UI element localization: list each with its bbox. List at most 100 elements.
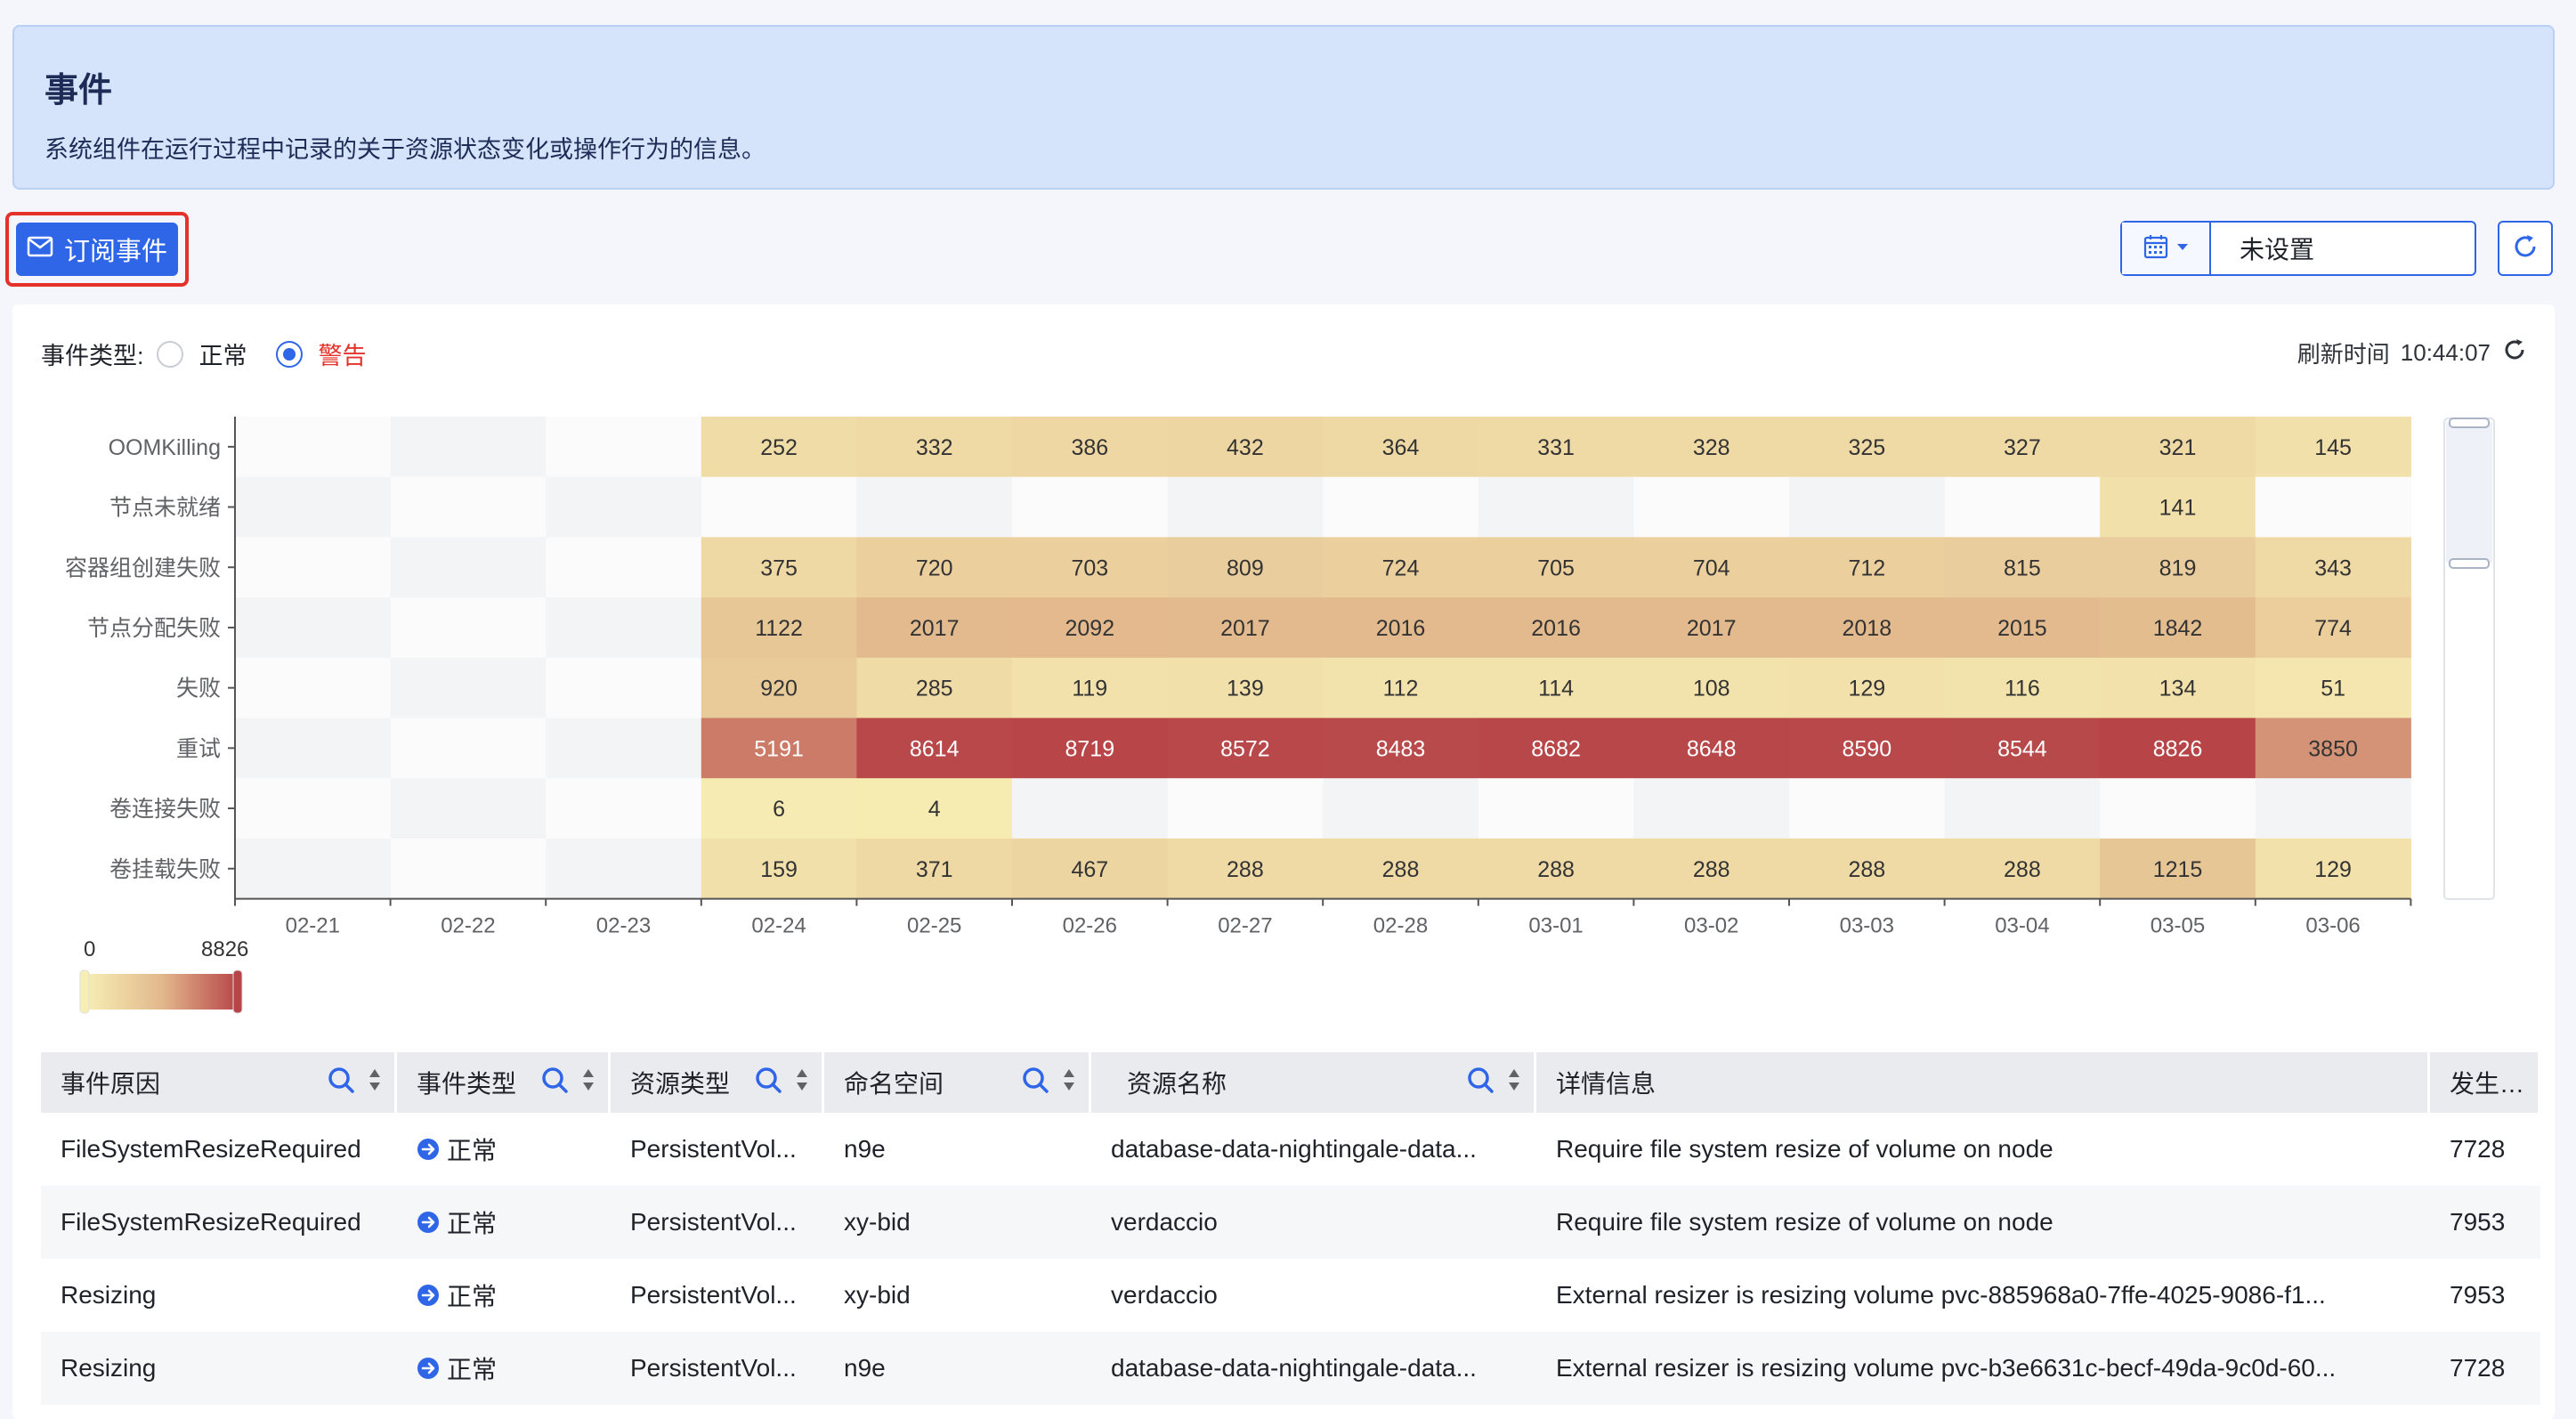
column-header[interactable]: 资源名称 xyxy=(1091,1052,1536,1113)
date-picker-trigger[interactable] xyxy=(2122,223,2211,274)
zoom-handle-top xyxy=(2449,418,2490,428)
cell-text: FileSystemResizeRequired xyxy=(61,1135,361,1163)
table-cell: database-data-nightingale-data... xyxy=(1091,1332,1536,1405)
heatmap-cell xyxy=(1633,778,1790,839)
column-tools xyxy=(540,1052,595,1113)
heatmap-cell-label: 129 xyxy=(2314,857,2352,882)
table-cell: xy-bid xyxy=(824,1186,1091,1259)
table-row[interactable]: FileSystemResizeRequired 正常 PersistentVol.… xyxy=(41,1113,2540,1186)
heatmap-cell xyxy=(1167,476,1324,538)
column-header[interactable]: 发生次数 xyxy=(2430,1052,2540,1113)
heatmap-cell-label: 116 xyxy=(2005,677,2040,701)
subscribe-events-button[interactable]: 订阅事件 xyxy=(16,223,178,276)
y-tick-label: OOMKilling xyxy=(109,435,221,460)
heatmap-cell-label: 327 xyxy=(2004,435,2041,460)
heatmap-cell-label: 134 xyxy=(2159,677,2197,701)
table-cell: 正常 xyxy=(397,1113,611,1186)
table-cell: 正常 xyxy=(397,1332,611,1405)
heatmap-cell xyxy=(1478,778,1634,839)
date-range-value: 未设置 xyxy=(2240,236,2315,264)
sort-icon[interactable] xyxy=(795,1067,809,1099)
status-label: 正常 xyxy=(447,1210,498,1237)
heatmap-cell-label: 2092 xyxy=(1065,616,1114,641)
heatmap-cell-label: 8483 xyxy=(1376,736,1426,761)
heatmap-cell-label: 2016 xyxy=(1531,616,1581,641)
column-header[interactable]: 事件类型 xyxy=(397,1052,611,1113)
heatmap-cell xyxy=(2255,476,2411,538)
cell-text: Resizing xyxy=(61,1354,157,1382)
sort-icon[interactable] xyxy=(1062,1067,1076,1099)
column-header[interactable]: 事件原因 xyxy=(41,1052,397,1113)
heatmap-cell-label: 8590 xyxy=(1842,736,1891,761)
zoom-handle-bottom xyxy=(2449,558,2490,569)
date-range-picker[interactable]: 未设置 xyxy=(2120,221,2476,276)
table-header: 事件原因 事件类型 资源类型 命名空间 资源名称 详情信息 发生次数 xyxy=(41,1052,2540,1113)
table-cell: n9e xyxy=(824,1332,1091,1405)
heatmap-cell xyxy=(235,778,392,839)
mail-icon xyxy=(27,235,53,264)
heatmap-cell-label: 288 xyxy=(2004,857,2041,882)
heatmap-cell-label: 51 xyxy=(2321,677,2345,701)
events-table: 事件原因 事件类型 资源类型 命名空间 资源名称 详情信息 发生次数 FileSystemR… xyxy=(41,1052,2540,1405)
status-label: 正常 xyxy=(447,1356,498,1383)
heatmap-cell-label: 8719 xyxy=(1065,736,1114,761)
y-tick-label: 节点未就绪 xyxy=(109,496,221,521)
column-header[interactable]: 资源类型 xyxy=(611,1052,824,1113)
search-icon[interactable] xyxy=(754,1066,782,1100)
heatmap-cell-label: 2017 xyxy=(1220,616,1270,641)
heatmap-cell xyxy=(1789,778,1946,839)
search-icon[interactable] xyxy=(1021,1066,1049,1100)
table-row[interactable]: Resizing 正常 PersistentVol... xy-bid verdacci… xyxy=(41,1259,2540,1332)
heatmap-cell-label: 815 xyxy=(2004,555,2041,580)
table-cell: PersistentVol... xyxy=(611,1186,824,1259)
table-row[interactable]: FileSystemResizeRequired 正常 PersistentVol.… xyxy=(41,1186,2540,1259)
sort-icon[interactable] xyxy=(581,1067,595,1099)
x-tick-label: 02-26 xyxy=(1063,914,1117,938)
heatmap-cell xyxy=(546,838,702,900)
table-cell: verdaccio xyxy=(1091,1186,1536,1259)
cell-text: verdaccio xyxy=(1111,1281,1218,1309)
cell-text: xy-bid xyxy=(844,1281,911,1309)
y-tick-label: 重试 xyxy=(176,736,221,761)
x-tick-label: 03-02 xyxy=(1684,914,1738,938)
heatmap-cell xyxy=(390,778,547,839)
heatmap-cell-label: 5191 xyxy=(754,736,804,761)
heatmap-cell-label: 288 xyxy=(1382,857,1420,882)
column-header[interactable]: 详情信息 xyxy=(1536,1052,2430,1113)
heatmap-cell-label: 332 xyxy=(916,435,953,460)
heatmap-cell xyxy=(1012,778,1169,839)
search-icon[interactable] xyxy=(1466,1066,1495,1100)
heatmap-cell-label: 145 xyxy=(2314,435,2352,460)
table-cell: n9e xyxy=(824,1113,1091,1186)
search-icon[interactable] xyxy=(327,1066,355,1100)
cell-text: Resizing xyxy=(61,1281,157,1309)
cell-text: 7953 xyxy=(2450,1208,2506,1236)
table-cell: PersistentVol... xyxy=(611,1113,824,1186)
heatmap-cell xyxy=(1944,778,2101,839)
x-tick-label: 03-01 xyxy=(1528,914,1583,938)
heatmap-cell-label: 375 xyxy=(760,555,798,580)
sort-icon[interactable] xyxy=(1507,1067,1521,1099)
heatmap-cell-label: 288 xyxy=(1848,857,1885,882)
search-icon[interactable] xyxy=(540,1066,569,1100)
heatmap-cell-label: 328 xyxy=(1693,435,1730,460)
status-normal-icon xyxy=(417,1357,440,1380)
heatmap-cell-label: 720 xyxy=(916,555,953,580)
refresh-button[interactable] xyxy=(2498,221,2553,276)
x-tick-label: 02-27 xyxy=(1218,914,1272,938)
table-cell: xy-bid xyxy=(824,1259,1091,1332)
heatmap-cell xyxy=(390,718,547,779)
status-label: 正常 xyxy=(447,1137,498,1164)
y-tick-label: 失败 xyxy=(176,677,221,701)
table-row[interactable]: Resizing 正常 PersistentVol... n9e database-da… xyxy=(41,1332,2540,1405)
cell-text: Require file system resize of volume on … xyxy=(1556,1135,2054,1163)
table-cell: 7728 xyxy=(2430,1113,2540,1186)
x-tick-label: 02-28 xyxy=(1373,914,1428,938)
visual-map-bar xyxy=(85,974,239,1010)
sort-icon[interactable] xyxy=(368,1067,382,1099)
heatmap-cell xyxy=(235,657,392,718)
y-tick-label: 卷挂载失败 xyxy=(109,857,221,882)
column-header[interactable]: 命名空间 xyxy=(824,1052,1091,1113)
heatmap-cell-label: 159 xyxy=(760,857,798,882)
heatmap-cell-label: 2016 xyxy=(1376,616,1426,641)
